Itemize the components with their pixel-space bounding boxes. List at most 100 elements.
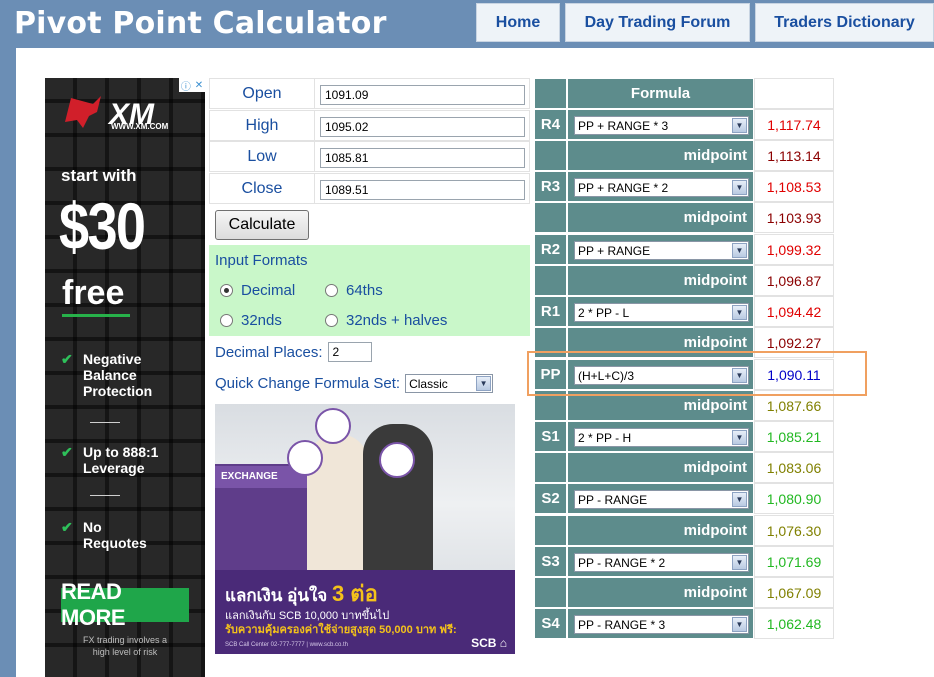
format-64ths-radio[interactable]: 64ths [325,282,383,299]
midpoint-label: midpoint [567,515,754,546]
check-icon: ✔ [61,351,73,367]
header-blank-cell [534,78,567,109]
close-input[interactable] [320,180,525,200]
ad-bubble [287,440,323,476]
formula-select[interactable]: PP + RANGE * 2 ▼ [574,178,749,197]
midpoint-label: midpoint [567,140,754,171]
ad-disclaimer: FX trading involves a high level of risk [82,635,168,657]
level-value: 1,062.48 [754,608,834,639]
ad-free: free [62,274,125,312]
chevron-down-icon[interactable]: ▼ [732,243,747,258]
chevron-down-icon[interactable]: ▼ [732,617,747,632]
nav-dictionary-button[interactable]: Traders Dictionary [755,3,934,42]
pp-highlight-box [527,351,867,396]
chevron-down-icon[interactable]: ▼ [732,492,747,507]
formula-cell: PP - RANGE ▼ [567,483,754,514]
nav-forum-button[interactable]: Day Trading Forum [565,3,750,42]
low-input[interactable] [320,148,525,168]
format-32nds-radio[interactable]: 32nds [220,312,282,329]
level-row-r1: R1 2 * PP - L ▼ 1,094.42 [534,296,834,327]
level-label: S1 [534,421,567,452]
chevron-down-icon[interactable]: ▼ [732,305,747,320]
chevron-down-icon[interactable]: ▼ [732,555,747,570]
chevron-down-icon[interactable]: ▼ [732,430,747,445]
midpoint-row: midpoint 1,083.06 [534,452,834,483]
nav-home-button[interactable]: Home [476,3,560,42]
midpoint-label: midpoint [567,577,754,608]
format-32nds-halves-radio[interactable]: 32nds + halves [325,312,447,329]
low-row: Low [209,141,530,172]
scb-ad-banner[interactable]: EXCHANGE แลกเงิน อุ่นใจ 3 ต่อ แลกเงินกับ… [215,404,515,654]
check-icon: ✔ [61,519,73,535]
chevron-down-icon[interactable]: ▼ [476,376,492,391]
open-input[interactable] [320,85,525,105]
ad-contact: SCB Call Center 02-777-7777 | www.scb.co… [225,642,348,648]
midpoint-row: midpoint 1,076.30 [534,515,834,546]
midpoint-value: 1,103.93 [754,202,834,233]
level-value: 1,117.74 [754,109,834,140]
ad-feature: ✔ Negative Balance Protection [61,351,153,399]
midpoint-label: midpoint [567,265,754,296]
midpoint-blank-cell [534,202,567,233]
level-row-r4: R4 PP + RANGE * 3 ▼ 1,117.74 [534,109,834,140]
chevron-down-icon[interactable]: ▼ [732,118,747,133]
formula-cell: PP + RANGE ▼ [567,234,754,265]
side-strip [0,48,16,677]
formula-select[interactable]: PP - RANGE ▼ [574,490,749,509]
level-row-r2: R2 PP + RANGE ▼ 1,099.32 [534,234,834,265]
ad-divider [90,495,120,496]
open-row: Open [209,78,530,109]
level-value: 1,108.53 [754,171,834,202]
formula-select[interactable]: PP + RANGE ▼ [574,241,749,260]
quick-change-row: Quick Change Formula Set: Classic ▼ [215,374,494,393]
ad-line: รับความคุ้มครองค่าใช้จ่ายสูงสุด 50,000 บ… [225,624,457,636]
decimal-places-label: Decimal Places: [215,343,323,361]
scb-logo-icon: ⌂ [499,636,507,650]
level-value: 1,099.32 [754,234,834,265]
radio-unchecked-icon[interactable] [325,284,338,297]
low-label: Low [210,142,315,171]
midpoint-row: midpoint 1,113.14 [534,140,834,171]
xm-ad-banner[interactable]: ⓘ ✕ XM WWW.XM.COM start with $30 free ✔ Ne… [45,78,205,677]
radio-unchecked-icon[interactable] [325,314,338,327]
high-row: High [209,110,530,141]
decimal-places-row: Decimal Places: [215,342,372,362]
formula-select[interactable]: PP - RANGE * 2 ▼ [574,553,749,572]
formula-set-select[interactable]: Classic ▼ [405,374,494,393]
midpoint-blank-cell [534,577,567,608]
midpoint-value: 1,113.14 [754,140,834,171]
calculate-button[interactable]: Calculate [215,210,309,240]
ad-bubble [315,408,351,444]
midpoint-value: 1,076.30 [754,515,834,546]
midpoint-row: midpoint 1,096.87 [534,265,834,296]
site-title: Pivot Point Calculator [14,6,387,41]
info-icon[interactable]: ⓘ [181,78,191,93]
level-value: 1,080.90 [754,483,834,514]
format-decimal-radio[interactable]: Decimal [220,282,295,299]
high-input[interactable] [320,117,525,137]
formula-select[interactable]: 2 * PP - H ▼ [574,428,749,447]
close-row: Close [209,173,530,204]
level-row-s4: S4 PP - RANGE * 3 ▼ 1,062.48 [534,608,834,639]
level-row-s1: S1 2 * PP - H ▼ 1,085.21 [534,421,834,452]
formula-select[interactable]: PP + RANGE * 3 ▼ [574,116,749,135]
midpoint-blank-cell [534,515,567,546]
midpoint-label: midpoint [567,452,754,483]
level-row-r3: R3 PP + RANGE * 2 ▼ 1,108.53 [534,171,834,202]
ad-amount: $30 [59,189,146,263]
adchoices-icon[interactable]: ⓘ ✕ [179,78,205,93]
formula-select[interactable]: 2 * PP - L ▼ [574,303,749,322]
formula-select[interactable]: PP - RANGE * 3 ▼ [574,615,749,634]
high-label: High [210,111,315,140]
level-label: R2 [534,234,567,265]
decimal-places-input[interactable] [327,342,372,362]
radio-checked-icon[interactable] [220,284,233,297]
level-value: 1,094.42 [754,296,834,327]
radio-unchecked-icon[interactable] [220,314,233,327]
close-icon[interactable]: ✕ [195,80,203,91]
read-more-button[interactable]: READ MORE [61,579,189,630]
midpoint-blank-cell [534,265,567,296]
close-label: Close [210,174,315,203]
midpoint-row: midpoint 1,103.93 [534,202,834,233]
chevron-down-icon[interactable]: ▼ [732,180,747,195]
